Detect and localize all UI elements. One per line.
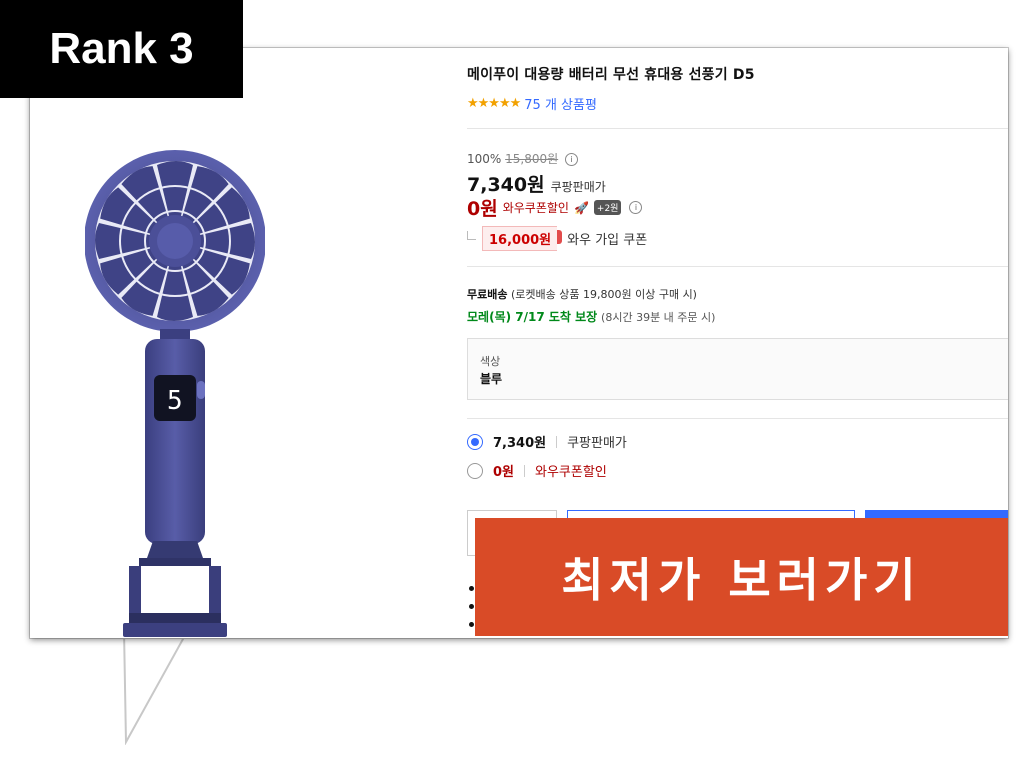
bullet [469,604,474,609]
delivery-row: 모레(목) 7/17 도착 보장 (8시간 39분 내 주문 시) [467,308,715,325]
divider [467,418,1008,419]
star-rating-icon: ★★★★★ [467,96,521,111]
delivery-note: (8시간 39분 내 주문 시) [601,311,716,324]
divider [467,266,1008,267]
review-count-link[interactable]: 75 개 상품평 [524,94,597,113]
speech-bubble-tail [120,630,192,745]
radio-selected[interactable] [467,433,483,450]
coupon-price: 0원 [467,198,498,220]
delivery-arrival: 모레(목) 7/17 도착 보장 [467,310,598,324]
rank-badge: Rank 3 [0,0,243,98]
divider [467,128,1008,129]
sale-price-row: 7,340원 쿠팡판매가 [467,170,606,197]
separator [556,435,558,448]
price-option-value: 7,340원 [493,436,547,451]
free-shipping-label: 무료배송 [467,288,508,301]
wow-coupon-label: 와우 가입 쿠폰 [567,233,648,248]
wow-coupon-amount[interactable]: 16,000원 [482,226,563,251]
price-option-coupon[interactable]: 0원 와우쿠폰할인 [467,461,607,480]
fan-display-digit: 5 [167,386,183,416]
price-option-value: 0원 [493,465,515,480]
sale-price: 7,340원 [467,174,545,196]
sale-price-label: 쿠팡판매가 [550,180,606,194]
free-shipping-row: 무료배송 (로켓배송 상품 19,800원 이상 구매 시) [467,286,697,302]
separator [524,464,526,477]
corner-connector-icon [467,231,476,240]
bullet [469,586,474,591]
coupon-label: 와우쿠폰할인 [502,201,569,215]
bullet [469,622,474,627]
price-option-sale[interactable]: 7,340원 쿠팡판매가 [467,432,627,451]
price-option-label: 쿠팡판매가 [567,436,627,451]
radio-unselected[interactable] [467,462,483,479]
original-price: 15,800원 [505,152,559,166]
info-icon[interactable]: i [565,153,578,166]
product-title: 메이푸이 대용량 배터리 무선 휴대용 선풍기 D5 [467,67,755,83]
wow-coupon-row[interactable]: 16,000원 와우 가입 쿠폰 [467,226,647,251]
coupon-price-row: 0원 와우쿠폰할인 🚀 +2원 i [467,194,643,221]
color-option-select[interactable]: 색상 블루 [467,338,1008,400]
price-option-label: 와우쿠폰할인 [535,465,607,480]
rating-row[interactable]: ★★★★★ 75 개 상품평 [467,94,597,113]
handheld-fan-image: 5 [85,150,265,637]
option-label: 색상 [480,355,501,368]
original-price-row: 100% 15,800원 i [467,150,578,167]
option-value: 블루 [480,372,503,386]
rocket-icon: 🚀 [573,200,589,215]
coupon-badge: +2원 [593,200,622,215]
info-icon[interactable]: i [629,201,643,214]
discount-rate: 100% [467,152,502,166]
free-shipping-condition: (로켓배송 상품 19,800원 이상 구매 시) [510,288,697,301]
lowest-price-cta-button[interactable]: 최저가 보러가기 [475,518,1008,636]
